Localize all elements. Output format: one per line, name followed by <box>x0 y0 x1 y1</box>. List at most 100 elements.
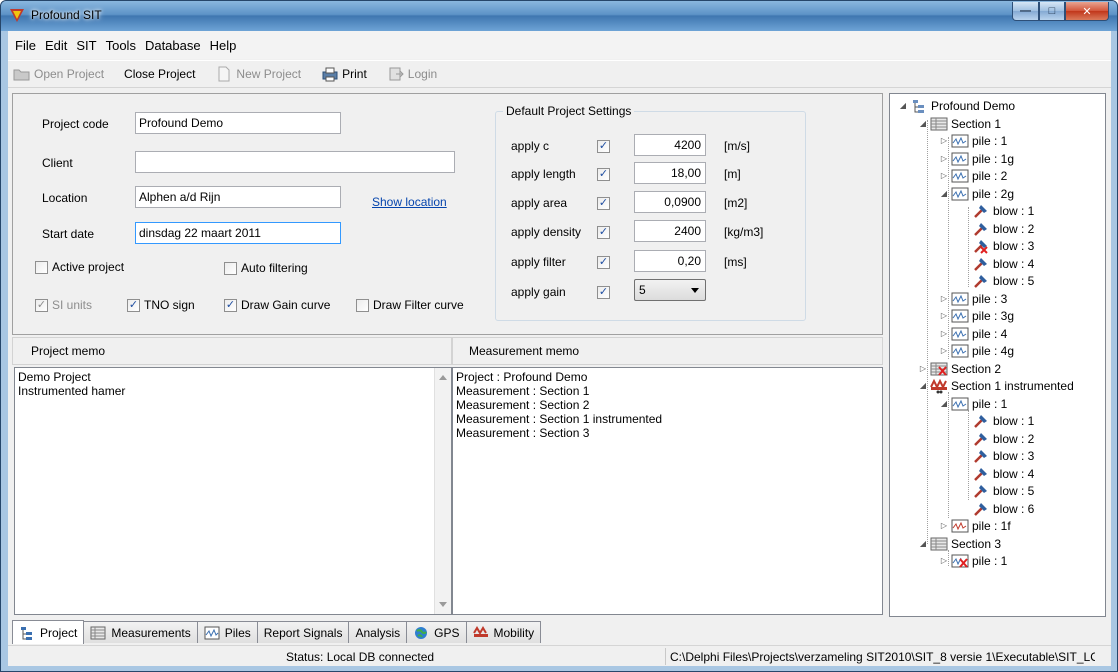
si-units-checkbox[interactable]: ✓ SI units <box>35 298 92 312</box>
tree-node-pile[interactable]: ◢ pile : 1 <box>939 395 1007 412</box>
title-bar[interactable]: Profound SIT — □ ✕ <box>1 1 1117 31</box>
tree-node-pile[interactable]: ▷ pile : 2 <box>939 167 1007 184</box>
open-project-button[interactable]: Open Project <box>13 66 104 82</box>
tree-expanded-icon[interactable]: ◢ <box>918 119 928 128</box>
tab-gps[interactable]: GPS <box>406 621 467 643</box>
tree-node-blow[interactable]: blow : 2 <box>970 220 1034 237</box>
menu-tools[interactable]: Tools <box>106 38 136 53</box>
apply-c-checkbox[interactable]: ✓ <box>597 140 610 153</box>
pile-signal-icon <box>951 343 969 359</box>
tree-node-pile[interactable]: ▷ pile : 4 <box>939 325 1007 342</box>
tree-collapsed-icon[interactable]: ▷ <box>939 329 949 338</box>
tree-expanded-icon[interactable]: ◢ <box>898 101 908 110</box>
apply-length-input[interactable]: 18,00 <box>634 162 706 184</box>
tab-report-signals[interactable]: Report Signals <box>256 621 350 643</box>
tree-expanded-icon[interactable]: ◢ <box>918 539 928 548</box>
tree-node-pile[interactable]: ▷ pile : 1 <box>939 132 1007 149</box>
tree-collapsed-icon[interactable]: ▷ <box>939 294 949 303</box>
hammer-icon <box>972 413 990 429</box>
tree-label: pile : 2g <box>972 186 1015 201</box>
project-code-input[interactable]: Profound Demo <box>135 112 341 134</box>
location-label: Location <box>42 191 88 205</box>
menu-database[interactable]: Database <box>145 38 201 53</box>
show-location-link[interactable]: Show location <box>372 195 447 209</box>
draw-gain-curve-checkbox[interactable]: ✓ Draw Gain curve <box>224 298 330 312</box>
memo-scrollbar[interactable] <box>434 368 451 614</box>
auto-filtering-checkbox[interactable]: Auto filtering <box>224 261 308 275</box>
tree-collapsed-icon[interactable]: ▷ <box>939 136 949 145</box>
project-memo-textarea[interactable]: Demo Project Instrumented hamer <box>14 367 452 615</box>
apply-area-checkbox[interactable]: ✓ <box>597 197 610 210</box>
menu-file[interactable]: File <box>15 38 36 53</box>
tree-node-blow[interactable]: blow : 4 <box>970 255 1034 272</box>
tree-node-section[interactable]: ◢ Section 1 <box>918 115 1001 132</box>
maximize-button[interactable]: □ <box>1039 2 1065 21</box>
tree-node-pile[interactable]: ▷ pile : 3 <box>939 290 1007 307</box>
tree-collapsed-icon[interactable]: ▷ <box>939 171 949 180</box>
close-project-button[interactable]: Close Project <box>124 67 195 81</box>
tree-collapsed-icon[interactable]: ▷ <box>939 154 949 163</box>
tree-node-pile[interactable]: ▷ pile : 3g <box>939 307 1014 324</box>
tree-node-pile[interactable]: ▷ pile : 4g <box>939 342 1014 359</box>
new-project-button[interactable]: New Project <box>215 66 301 82</box>
apply-c-input[interactable]: 4200 <box>634 134 706 156</box>
tree-node-section[interactable]: ◢ Section 3 <box>918 535 1001 552</box>
apply-gain-checkbox[interactable]: ✓ <box>597 286 610 299</box>
tree-node-blow[interactable]: blow : 3 <box>970 447 1034 464</box>
apply-area-input[interactable]: 0,0900 <box>634 191 706 213</box>
tree-node-pile[interactable]: ▷ pile : 1g <box>939 150 1014 167</box>
apply-filter-checkbox[interactable]: ✓ <box>597 256 610 269</box>
apply-length-checkbox[interactable]: ✓ <box>597 168 610 181</box>
draw-filter-curve-checkbox[interactable]: Draw Filter curve <box>356 298 464 312</box>
tree-node-blow[interactable]: blow : 1 <box>970 202 1034 219</box>
tree-node-blow[interactable]: blow : 5 <box>970 272 1034 289</box>
tree-node-pile[interactable]: ▷ pile : 1 <box>939 552 1007 569</box>
client-input[interactable] <box>135 151 455 173</box>
login-button[interactable]: Login <box>387 66 437 82</box>
apply-density-input[interactable]: 2400 <box>634 220 706 242</box>
measurement-memo-textarea[interactable]: Project : Profound Demo Measurement : Se… <box>452 367 883 615</box>
close-button[interactable]: ✕ <box>1065 2 1109 21</box>
tree-node-blow[interactable]: blow : 2 <box>970 430 1034 447</box>
tree-expanded-icon[interactable]: ◢ <box>939 189 949 198</box>
scroll-down-icon[interactable] <box>439 602 447 607</box>
apply-gain-select[interactable]: 5 <box>634 279 706 301</box>
tree-collapsed-icon[interactable]: ▷ <box>939 556 949 565</box>
scroll-up-icon[interactable] <box>439 375 447 380</box>
tree-collapsed-icon[interactable]: ▷ <box>939 311 949 320</box>
tree-node-blow[interactable]: blow : 3 <box>970 237 1034 254</box>
tree-node-blow[interactable]: blow : 4 <box>970 465 1034 482</box>
apply-filter-label: apply filter <box>511 255 566 269</box>
tree-node-blow[interactable]: blow : 1 <box>970 412 1034 429</box>
tree-node-pile[interactable]: ◢ pile : 2g <box>939 185 1014 202</box>
tree-node-pile[interactable]: ▷ pile : 1f <box>939 517 1011 534</box>
tree-expanded-icon[interactable]: ◢ <box>939 399 949 408</box>
location-input[interactable]: Alphen a/d Rijn <box>135 186 341 208</box>
tree-collapsed-icon[interactable]: ▷ <box>939 346 949 355</box>
tree-node-section[interactable]: ▷ Section 2 <box>918 360 1001 377</box>
apply-filter-input[interactable]: 0,20 <box>634 250 706 272</box>
apply-density-checkbox[interactable]: ✓ <box>597 226 610 239</box>
tab-project[interactable]: Project <box>12 620 85 644</box>
tree-node-section[interactable]: ◢ Section 1 instrumented <box>918 377 1074 394</box>
tab-analysis[interactable]: Analysis <box>348 621 408 643</box>
tno-sign-checkbox[interactable]: ✓ TNO sign <box>127 298 195 312</box>
active-project-checkbox[interactable]: Active project <box>35 260 124 274</box>
tree-collapsed-icon[interactable]: ▷ <box>939 521 949 530</box>
minimize-button[interactable]: — <box>1012 2 1039 21</box>
tab-mobility[interactable]: Mobility <box>465 621 542 643</box>
menu-help[interactable]: Help <box>210 38 237 53</box>
project-tree[interactable]: ◢ Profound Demo ◢ Section 1 ▷ pile : 1 ▷… <box>889 93 1106 617</box>
menu-edit[interactable]: Edit <box>45 38 67 53</box>
tree-node-project[interactable]: ◢ Profound Demo <box>898 97 1015 114</box>
tab-measurements[interactable]: Measurements <box>83 621 198 643</box>
menu-sit[interactable]: SIT <box>76 38 96 53</box>
print-button[interactable]: Print <box>321 66 367 82</box>
tree-node-blow[interactable]: blow : 5 <box>970 482 1034 499</box>
tab-piles[interactable]: Piles <box>196 621 258 643</box>
printer-icon <box>321 66 339 82</box>
tree-expanded-icon[interactable]: ◢ <box>918 381 928 390</box>
start-date-input[interactable]: dinsdag 22 maart 2011 <box>135 222 341 244</box>
tree-node-blow[interactable]: blow : 6 <box>970 500 1034 517</box>
tree-collapsed-icon[interactable]: ▷ <box>918 364 928 373</box>
